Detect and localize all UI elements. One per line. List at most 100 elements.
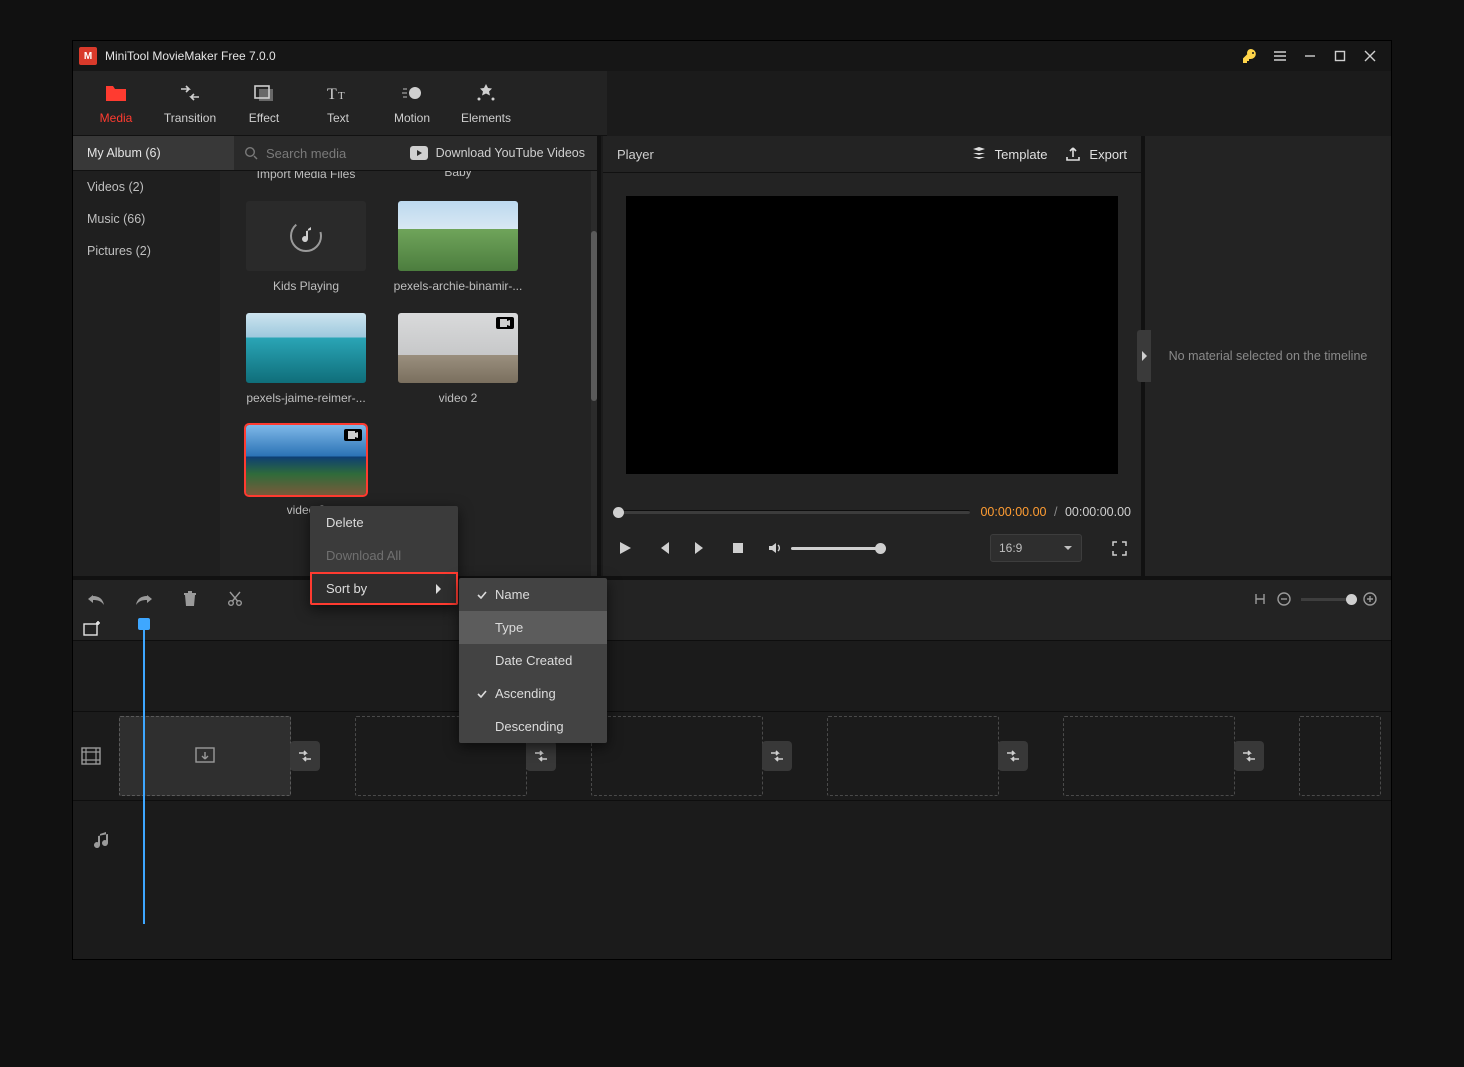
timeline <box>73 618 1391 924</box>
download-youtube-button[interactable]: Download YouTube Videos <box>398 146 597 160</box>
media-card-label: pexels-archie-binamir-... <box>394 279 523 293</box>
zoom-slider[interactable] <box>1301 598 1353 601</box>
library-scrollbar[interactable] <box>591 171 597 576</box>
tab-text[interactable]: TT Text <box>301 71 375 135</box>
template-button[interactable]: Template <box>971 146 1048 162</box>
stop-button[interactable] <box>731 541 745 555</box>
panel-collapse-button[interactable] <box>1137 330 1151 382</box>
chevron-down-icon <box>1063 544 1073 552</box>
timeline-toolbar <box>73 576 1391 618</box>
tab-transition[interactable]: Transition <box>153 71 227 135</box>
tab-motion[interactable]: Motion <box>375 71 449 135</box>
cut-button[interactable] <box>227 591 243 607</box>
sort-ascending[interactable]: Ascending <box>459 677 607 710</box>
clip-drop-slot[interactable] <box>1299 716 1381 796</box>
youtube-icon <box>410 146 428 160</box>
tab-elements[interactable]: Elements <box>449 71 523 135</box>
hamburger-menu-icon[interactable] <box>1265 41 1295 71</box>
time-display: 00:00:00.00 / 00:00:00.00 <box>980 505 1131 519</box>
undo-button[interactable] <box>87 592 105 606</box>
delete-button[interactable] <box>183 591 197 607</box>
player-panel: Player Template Export 00:00:00.00 / 00:… <box>603 136 1145 576</box>
menu-item-delete[interactable]: Delete <box>310 506 458 539</box>
sort-date-created[interactable]: Date Created <box>459 644 607 677</box>
motion-icon <box>401 82 423 104</box>
export-icon <box>1065 146 1081 162</box>
fit-zoom-button[interactable] <box>1253 592 1267 606</box>
clip-drop-slot[interactable] <box>827 716 999 796</box>
clip-drop-slot[interactable] <box>591 716 763 796</box>
volume-control[interactable] <box>767 540 881 556</box>
media-thumb <box>246 201 366 271</box>
sidebar-item-videos[interactable]: Videos (2) <box>73 171 220 203</box>
playhead[interactable] <box>143 618 145 924</box>
zoom-out-button[interactable] <box>1277 592 1291 606</box>
media-card-label: Kids Playing <box>273 279 339 293</box>
scrub-bar[interactable]: 00:00:00.00 / 00:00:00.00 <box>609 496 1135 528</box>
zoom-in-button[interactable] <box>1363 592 1377 606</box>
next-frame-button[interactable] <box>693 540 709 556</box>
close-button[interactable] <box>1355 41 1385 71</box>
sort-type[interactable]: Type <box>459 611 607 644</box>
volume-slider[interactable] <box>791 547 881 550</box>
video-badge-icon <box>496 317 514 329</box>
transition-slot[interactable] <box>1234 741 1264 771</box>
media-thumb <box>398 313 518 383</box>
clip-drop-slot[interactable] <box>1063 716 1235 796</box>
tab-effect[interactable]: Effect <box>227 71 301 135</box>
sort-descending[interactable]: Descending <box>459 710 607 743</box>
sidebar-item-music[interactable]: Music (66) <box>73 203 220 235</box>
export-button[interactable]: Export <box>1065 146 1127 162</box>
chevron-right-icon <box>1140 351 1148 361</box>
svg-text:T: T <box>338 90 345 102</box>
sort-submenu: Name Type Date Created Ascending Descend… <box>459 578 607 743</box>
time-current: 00:00:00.00 <box>980 505 1046 519</box>
media-thumb <box>246 313 366 383</box>
media-card[interactable]: Kids Playing <box>236 201 376 293</box>
tab-media[interactable]: Media <box>79 71 153 135</box>
scrub-track[interactable] <box>613 510 970 514</box>
media-card[interactable]: pexels-archie-binamir-... <box>388 201 528 293</box>
media-card-selected[interactable]: video 3 <box>236 425 376 517</box>
transition-slot[interactable] <box>762 741 792 771</box>
tab-label: Motion <box>394 111 430 125</box>
media-card[interactable]: pexels-jaime-reimer-... <box>236 313 376 405</box>
tab-label: Elements <box>461 111 511 125</box>
media-card-import[interactable]: Import Media Files <box>236 177 376 181</box>
inspector-empty-message: No material selected on the timeline <box>1169 349 1368 363</box>
context-menu: Delete Download All Sort by <box>310 506 458 605</box>
sidebar-item-myalbum[interactable]: My Album (6) <box>73 136 234 170</box>
transition-slot[interactable] <box>526 741 556 771</box>
transition-slot[interactable] <box>998 741 1028 771</box>
media-card-label: pexels-jaime-reimer-... <box>246 391 365 405</box>
minimize-button[interactable] <box>1295 41 1325 71</box>
template-icon <box>971 146 987 162</box>
add-track-button[interactable] <box>83 621 101 637</box>
tab-label: Transition <box>164 111 216 125</box>
preview-screen[interactable] <box>626 196 1118 474</box>
media-thumb <box>398 201 518 271</box>
maximize-button[interactable] <box>1325 41 1355 71</box>
transition-slot[interactable] <box>290 741 320 771</box>
preview-area <box>603 173 1141 496</box>
redo-button[interactable] <box>135 592 153 606</box>
video-track[interactable] <box>73 711 1391 800</box>
search-input[interactable]: Search media <box>234 146 398 161</box>
effect-icon <box>253 82 275 104</box>
aspect-ratio-label: 16:9 <box>999 541 1022 555</box>
sidebar-item-pictures[interactable]: Pictures (2) <box>73 235 220 267</box>
media-card[interactable]: video 2 <box>388 313 528 405</box>
media-card[interactable]: Baby <box>388 177 528 181</box>
license-key-icon[interactable] <box>1235 41 1265 71</box>
music-track[interactable] <box>73 800 1391 881</box>
aspect-ratio-select[interactable]: 16:9 <box>990 534 1082 562</box>
fullscreen-button[interactable] <box>1112 541 1127 556</box>
music-note-icon <box>288 218 324 254</box>
play-button[interactable] <box>617 540 633 556</box>
player-title: Player <box>617 147 654 162</box>
menu-item-sort-by[interactable]: Sort by <box>310 572 458 605</box>
sort-name[interactable]: Name <box>459 578 607 611</box>
check-icon <box>477 591 487 599</box>
media-card-label: video 2 <box>439 391 478 405</box>
prev-frame-button[interactable] <box>655 540 671 556</box>
